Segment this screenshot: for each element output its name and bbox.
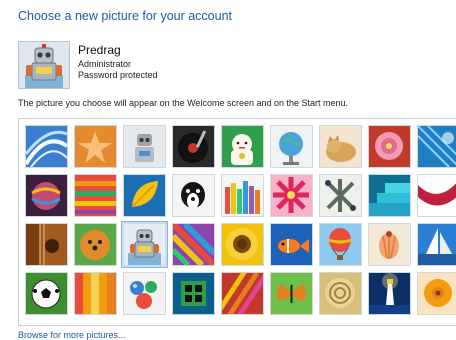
picture-gallery [18,118,456,326]
picture-green-window[interactable] [173,273,214,314]
kitten-icon [320,126,361,167]
picture-soccer-ball[interactable] [26,273,67,314]
sailboat-icon [418,224,456,265]
butterfly-icon [271,273,312,314]
pink-flower-icon [369,126,410,167]
account-name: Predrag [78,43,121,57]
picture-cactus-spiral[interactable] [320,273,361,314]
picture-rainbow-stripes[interactable] [222,273,263,314]
account-status: Password protected [78,70,158,80]
sunflower-icon [222,224,263,265]
picture-robot-silver[interactable] [124,126,165,167]
crayons-icon [222,175,263,216]
picture-guitar[interactable] [26,224,67,265]
picture-jacks[interactable] [320,175,361,216]
account-picture [18,41,70,89]
black-dog-icon [173,175,214,216]
guitar-icon [26,224,67,265]
picture-record-player[interactable] [173,126,214,167]
blue-steps-icon [369,175,410,216]
pomeranian-icon [75,224,116,265]
picture-red-flower[interactable] [271,175,312,216]
striped-ball-icon [26,175,67,216]
blue-swirl-icon [26,126,67,167]
picture-globe[interactable] [271,126,312,167]
picture-hot-air-balloon[interactable] [320,224,361,265]
picture-red-ribbon[interactable] [418,175,456,216]
globe-icon [271,126,312,167]
browse-more-pictures-link[interactable]: Browse for more pictures... [18,330,126,340]
account-role: Administrator [78,59,132,69]
orange-stripes-icon [75,273,116,314]
picture-abstract-blue[interactable] [418,126,456,167]
picture-fabric-stripes[interactable] [75,175,116,216]
picture-blue-swirl[interactable] [26,126,67,167]
picture-striped-ball[interactable] [26,175,67,216]
picture-lighthouse[interactable] [369,273,410,314]
picture-marbles[interactable] [124,273,165,314]
robot-icon [19,42,69,88]
marbles-icon [124,273,165,314]
tropical-fish-icon [271,224,312,265]
picture-crayons[interactable] [222,175,263,216]
hot-air-balloon-icon [320,224,361,265]
orange-flower-icon [418,273,456,314]
picture-kitten[interactable] [320,126,361,167]
robot-silver-icon [124,126,165,167]
picture-yellow-leaf[interactable] [124,175,165,216]
rainbow-stripes-icon [222,273,263,314]
picture-sailboat[interactable] [418,224,456,265]
picture-note: The picture you choose will appear on th… [18,98,349,108]
cactus-spiral-icon [320,273,361,314]
picture-orange-flower[interactable] [418,273,456,314]
page-title: Choose a new picture for your account [18,9,233,23]
picture-starfish[interactable] [75,126,116,167]
picture-tropical-fish[interactable] [271,224,312,265]
picture-sunflower[interactable] [222,224,263,265]
starfish-icon [75,126,116,167]
record-player-icon [173,126,214,167]
jacks-icon [320,175,361,216]
picture-robot-selected[interactable] [124,224,165,265]
picture-pomeranian[interactable] [75,224,116,265]
red-flower-icon [271,175,312,216]
picture-blue-steps[interactable] [369,175,410,216]
account-info: Predrag Administrator Password protected [78,43,158,81]
colorful-fabric-icon [173,224,214,265]
yellow-leaf-icon [124,175,165,216]
picture-black-dog[interactable] [173,175,214,216]
soccer-ball-icon [26,273,67,314]
lucky-cat-icon [222,126,263,167]
robot-selected-icon [124,224,165,265]
red-ribbon-icon [418,175,456,216]
picture-grid [26,126,456,314]
picture-pink-flower[interactable] [369,126,410,167]
picture-lucky-cat[interactable] [222,126,263,167]
fabric-stripes-icon [75,175,116,216]
picture-orange-stripes[interactable] [75,273,116,314]
seashell-icon [369,224,410,265]
picture-colorful-fabric[interactable] [173,224,214,265]
green-window-icon [173,273,214,314]
lighthouse-icon [369,273,410,314]
picture-butterfly[interactable] [271,273,312,314]
abstract-blue-icon [418,126,456,167]
picture-seashell[interactable] [369,224,410,265]
